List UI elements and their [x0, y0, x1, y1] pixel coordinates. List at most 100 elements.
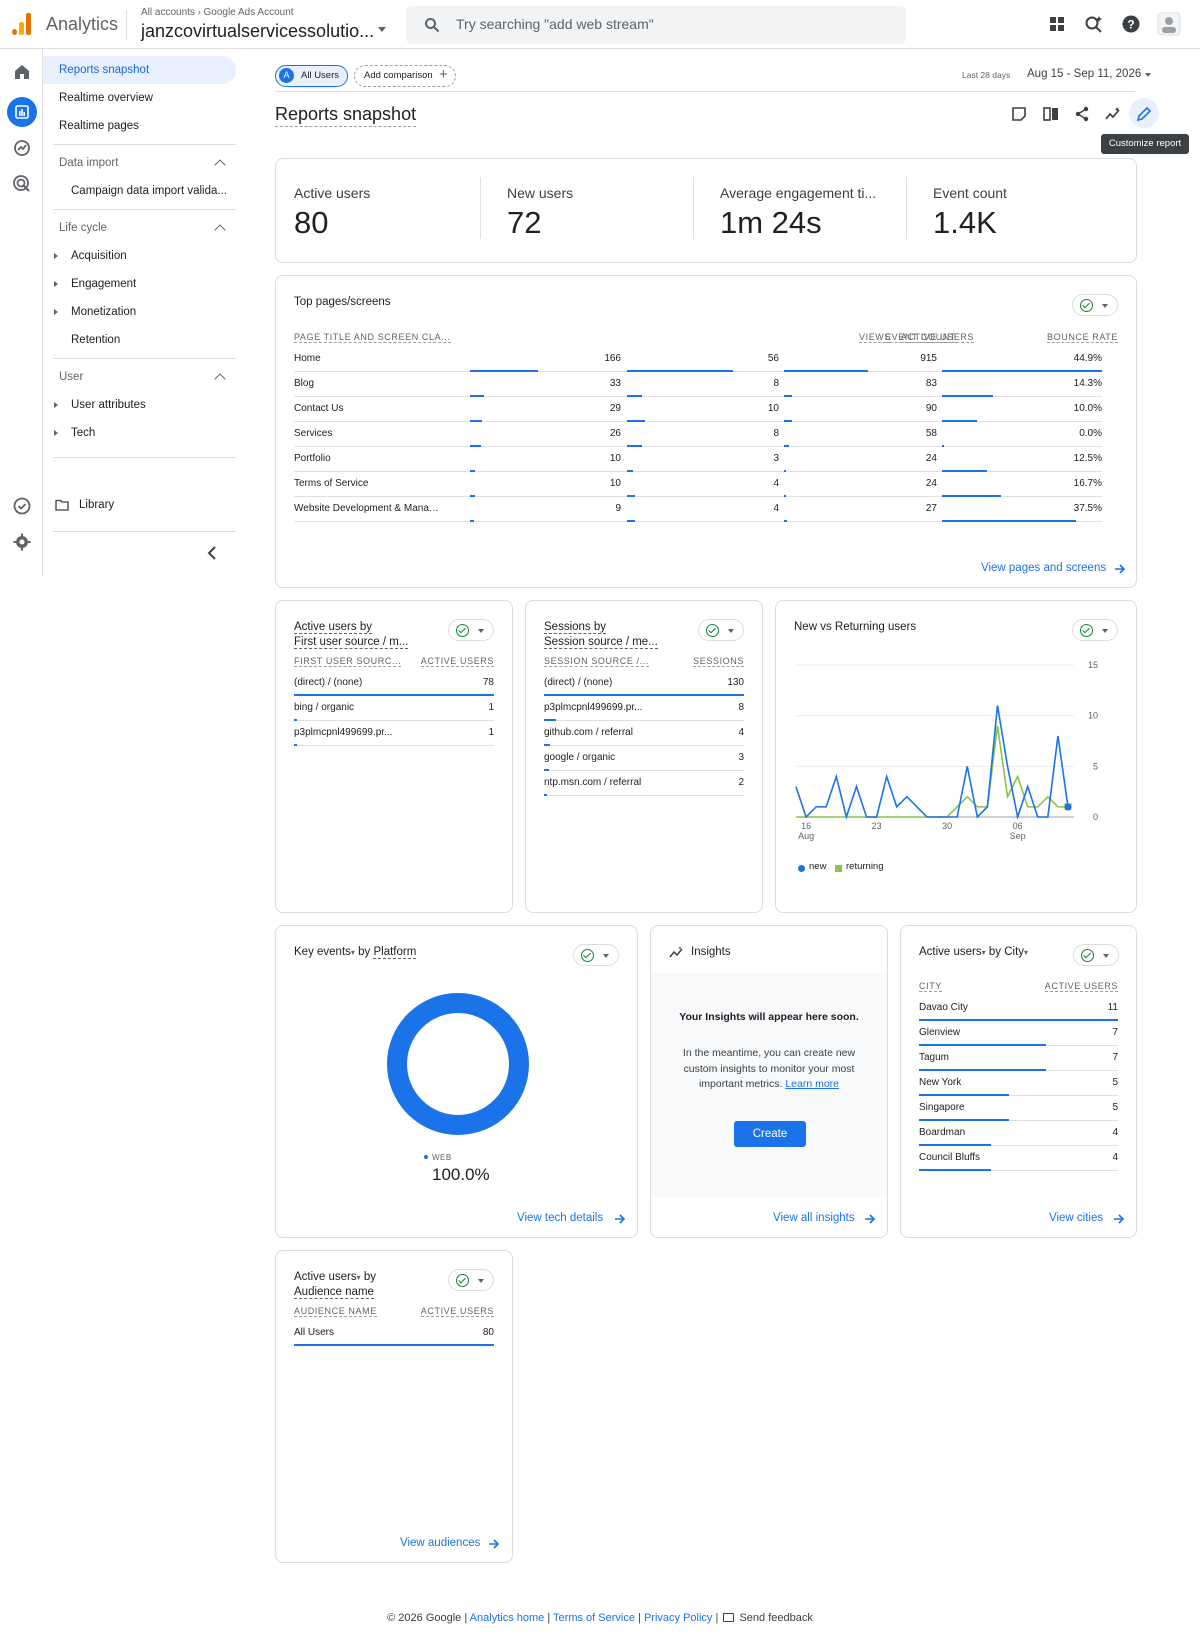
- page-title-cell[interactable]: Portfolio: [294, 453, 444, 464]
- home-icon[interactable]: [11, 61, 33, 83]
- column-header[interactable]: AUDIENCE NAME: [294, 1306, 377, 1317]
- page-title-cell[interactable]: Contact Us: [294, 403, 444, 414]
- nav-library[interactable]: Library: [43, 491, 236, 519]
- table-row[interactable]: Davao City 11: [919, 996, 1118, 1021]
- page-title-cell[interactable]: Terms of Service: [294, 478, 444, 489]
- search-insights-icon[interactable]: [1084, 14, 1104, 34]
- add-comparison-button[interactable]: Add comparison +: [354, 65, 456, 87]
- table-row[interactable]: Blog 33 8 83 14.3%: [294, 372, 1102, 397]
- dimension-cell[interactable]: bing / organic: [294, 702, 354, 713]
- dimension-cell[interactable]: Tagum: [919, 1052, 949, 1063]
- analytics-logo-icon[interactable]: [12, 13, 32, 35]
- caret-down-icon[interactable]: [378, 27, 386, 32]
- table-row[interactable]: Website Development & Manage... 9 4 27 37.5%: [294, 497, 1102, 522]
- dimension-cell[interactable]: github.com / referral: [544, 727, 633, 738]
- nav-realtime-overview[interactable]: Realtime overview: [43, 84, 236, 112]
- column-header[interactable]: ACTIVE USERS: [420, 1306, 494, 1317]
- dimension-label[interactable]: Session source / me...: [544, 636, 658, 649]
- date-range-picker[interactable]: Aug 15 - Sep 11, 2026: [1027, 68, 1141, 80]
- dimension-label[interactable]: Audience name: [294, 1286, 374, 1299]
- table-row[interactable]: google / organic 3: [544, 746, 744, 771]
- learn-more-link[interactable]: Learn more: [785, 1078, 839, 1090]
- dimension-cell[interactable]: (direct) / (none): [294, 677, 362, 688]
- send-feedback-link[interactable]: Send feedback: [739, 1612, 812, 1624]
- page-title-cell[interactable]: Blog: [294, 378, 444, 389]
- metric-selector[interactable]: Key events: [294, 946, 351, 958]
- help-icon[interactable]: ?: [1121, 14, 1141, 34]
- apps-grid-icon[interactable]: [1047, 14, 1067, 34]
- dimension-cell[interactable]: Singapore: [919, 1102, 965, 1113]
- dimension-label[interactable]: Platform: [373, 946, 417, 959]
- caret-down-icon[interactable]: ▾: [357, 1273, 361, 1282]
- dimension-cell[interactable]: ntp.msn.com / referral: [544, 777, 641, 788]
- card-title-dimension[interactable]: Audience name: [294, 1286, 374, 1299]
- dimension-cell[interactable]: Glenview: [919, 1027, 960, 1038]
- metric-selector[interactable]: Active users: [294, 1271, 357, 1283]
- column-header[interactable]: ACTIVE USERS: [1044, 981, 1118, 992]
- nav-reports-snapshot[interactable]: Reports snapshot: [43, 56, 236, 84]
- check-circle-icon[interactable]: [11, 495, 33, 517]
- pencil-icon[interactable]: [1135, 105, 1153, 123]
- column-header[interactable]: ACTIVE USERS: [420, 656, 494, 667]
- nav-user-attributes[interactable]: User attributes: [43, 391, 236, 419]
- table-row[interactable]: All Users 80: [294, 1321, 494, 1346]
- dimension-cell[interactable]: Council Bluffs: [919, 1152, 980, 1163]
- column-header[interactable]: EVENT COUNT: [885, 332, 956, 343]
- series-line-new[interactable]: [795, 705, 1069, 821]
- search-bar[interactable]: Try searching "add web stream": [406, 6, 906, 44]
- all-users-chip[interactable]: A All Users: [275, 65, 348, 87]
- card-title-metric[interactable]: Sessions by: [544, 621, 607, 634]
- metric-selector[interactable]: Active users: [919, 946, 982, 958]
- share-icon[interactable]: [1073, 105, 1091, 123]
- compare-columns-icon[interactable]: [1042, 105, 1060, 123]
- table-row[interactable]: p3plmcpnl499699.pr... 1: [294, 721, 494, 746]
- table-row[interactable]: bing / organic 1: [294, 696, 494, 721]
- table-row[interactable]: github.com / referral 4: [544, 721, 744, 746]
- nav-realtime-pages[interactable]: Realtime pages: [43, 112, 236, 140]
- nav-retention[interactable]: Retention: [43, 326, 236, 354]
- breadcrumb-ads-account[interactable]: Google Ads Account: [203, 7, 293, 18]
- column-header[interactable]: BOUNCE RATE: [1047, 332, 1118, 343]
- table-row[interactable]: Singapore 5: [919, 1096, 1118, 1121]
- table-row[interactable]: Boardman 4: [919, 1121, 1118, 1146]
- nav-section-life-cycle[interactable]: Life cycle: [43, 214, 236, 242]
- series-line-returning[interactable]: [796, 725, 1068, 818]
- dimension-cell[interactable]: New York: [919, 1077, 961, 1088]
- dimension-selector[interactable]: City: [1004, 946, 1024, 958]
- arrow-right-icon[interactable]: [1114, 563, 1126, 575]
- account-selector[interactable]: janzcovirtualservicessolutio...: [141, 21, 374, 42]
- dimension-cell[interactable]: Boardman: [919, 1127, 965, 1138]
- advertising-icon[interactable]: [11, 173, 33, 195]
- view-pages-link[interactable]: View pages and screens: [981, 562, 1106, 574]
- breadcrumb[interactable]: All accounts › Google Ads Account: [141, 7, 294, 18]
- insights-note-icon[interactable]: [1010, 105, 1028, 123]
- nav-monetization[interactable]: Monetization: [43, 298, 236, 326]
- dimension-cell[interactable]: (direct) / (none): [544, 677, 612, 688]
- table-row[interactable]: p3plmcpnl499699.pr... 8: [544, 696, 744, 721]
- compare-status-button[interactable]: [448, 619, 494, 641]
- caret-down-icon[interactable]: ▾: [982, 948, 986, 957]
- page-title-cell[interactable]: Services: [294, 428, 444, 439]
- nav-tech[interactable]: Tech: [43, 419, 236, 447]
- avatar[interactable]: [1157, 12, 1181, 36]
- page-title-cell[interactable]: Home: [294, 353, 444, 364]
- table-row[interactable]: Tagum 7: [919, 1046, 1118, 1071]
- search-input[interactable]: Try searching "add web stream": [456, 16, 654, 32]
- table-row[interactable]: ntp.msn.com / referral 2: [544, 771, 744, 796]
- view-all-insights-link[interactable]: View all insights: [773, 1212, 855, 1224]
- nav-engagement[interactable]: Engagement: [43, 270, 236, 298]
- compare-status-button[interactable]: [1072, 294, 1118, 316]
- caret-down-icon[interactable]: ▾: [1024, 948, 1028, 957]
- card-title-dimension[interactable]: Session source / me...: [544, 636, 658, 649]
- insights-trend-icon[interactable]: [1104, 105, 1122, 123]
- compare-status-button[interactable]: [1073, 944, 1119, 966]
- table-row[interactable]: Glenview 7: [919, 1021, 1118, 1046]
- compare-status-button[interactable]: [573, 944, 619, 966]
- dimension-cell[interactable]: google / organic: [544, 752, 615, 763]
- page-title-cell[interactable]: Website Development & Manage...: [294, 503, 444, 514]
- reports-icon[interactable]: [11, 101, 33, 123]
- compare-status-button[interactable]: [698, 619, 744, 641]
- card-title-metric[interactable]: Active users by: [294, 621, 372, 634]
- table-row[interactable]: Home 166 56 915 44.9%: [294, 347, 1102, 372]
- card-title-dimension[interactable]: First user source / m...: [294, 636, 409, 649]
